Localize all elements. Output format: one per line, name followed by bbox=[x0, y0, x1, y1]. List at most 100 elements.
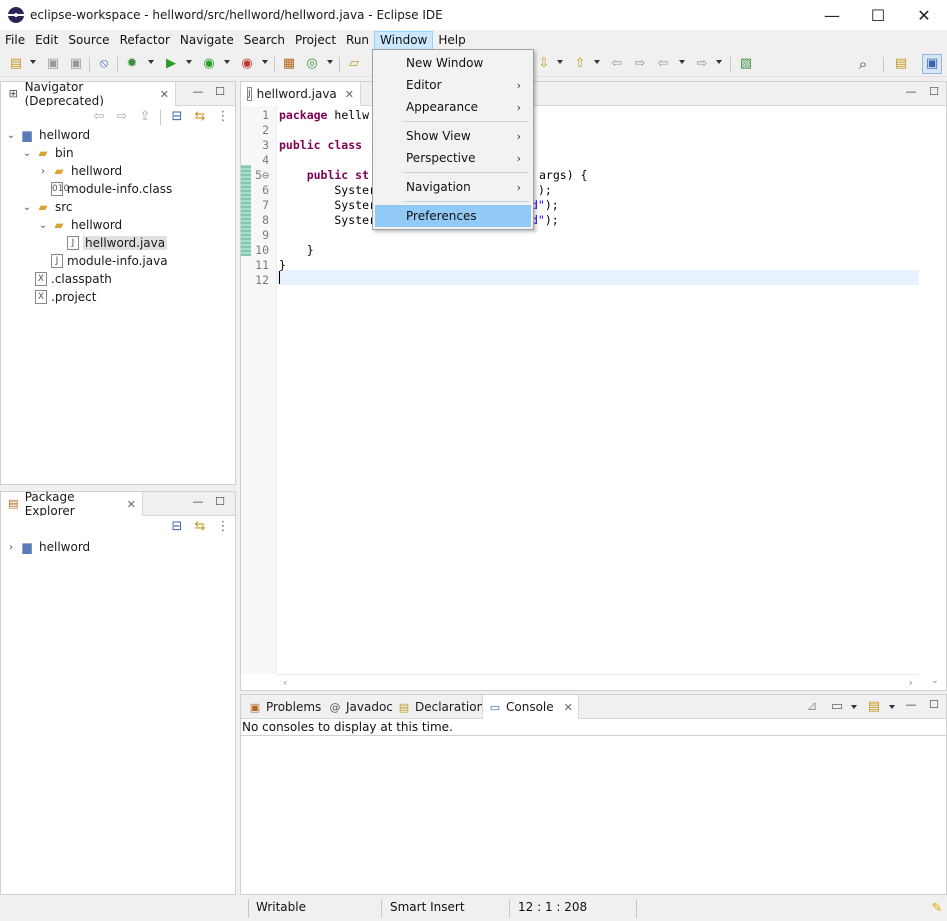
expand-icon[interactable]: › bbox=[5, 542, 17, 553]
tree-item-module-info-class[interactable]: 010 module-info.class bbox=[37, 180, 172, 198]
minimize-view-icon[interactable]: — bbox=[191, 495, 205, 508]
new-java-package-icon[interactable]: ▦ bbox=[281, 56, 297, 72]
collapse-all-icon[interactable]: ⊟ bbox=[169, 109, 185, 125]
open-console-dropdown-icon[interactable] bbox=[889, 705, 895, 709]
menu-item-preferences[interactable]: Preferences bbox=[375, 205, 531, 227]
maximize-button[interactable]: ☐ bbox=[855, 0, 901, 30]
new-java-class-icon[interactable]: ◎ bbox=[304, 56, 320, 72]
menu-refactor[interactable]: Refactor bbox=[115, 31, 175, 50]
next-annotation-dropdown-icon[interactable] bbox=[557, 60, 563, 64]
menu-item-perspective[interactable]: Perspective › bbox=[375, 147, 531, 169]
search-icon[interactable]: ⌕ bbox=[855, 56, 871, 72]
menu-project[interactable]: Project bbox=[290, 31, 341, 50]
tree-item-src[interactable]: ⌄ ▰ src bbox=[21, 198, 73, 216]
external-tools-dropdown-icon[interactable] bbox=[262, 60, 268, 64]
display-console-dropdown-icon[interactable] bbox=[851, 705, 857, 709]
debug-icon[interactable]: ✹ bbox=[124, 56, 140, 72]
maximize-view-icon[interactable]: ☐ bbox=[927, 698, 941, 711]
scroll-left-icon[interactable]: ‹ bbox=[283, 676, 287, 689]
close-icon[interactable]: ✕ bbox=[160, 88, 169, 101]
close-icon[interactable]: ✕ bbox=[345, 88, 354, 101]
close-icon[interactable]: ✕ bbox=[564, 701, 573, 714]
menu-item-show-view[interactable]: Show View › bbox=[375, 125, 531, 147]
coverage-dropdown-icon[interactable] bbox=[224, 60, 230, 64]
open-console-icon[interactable]: ▤ bbox=[866, 699, 882, 715]
tree-item-module-info-java[interactable]: J module-info.java bbox=[37, 252, 168, 270]
menu-item-new-window[interactable]: New Window bbox=[375, 52, 531, 74]
maximize-view-icon[interactable]: ☐ bbox=[213, 85, 227, 98]
menu-file[interactable]: File bbox=[0, 31, 30, 50]
tab-problems[interactable]: ▣ Problems bbox=[243, 695, 326, 719]
expand-icon[interactable]: › bbox=[37, 166, 49, 177]
minimize-button[interactable]: — bbox=[809, 0, 855, 30]
tab-hellword-java[interactable]: J hellword.java ✕ bbox=[241, 82, 361, 106]
external-tools-icon[interactable]: ◉ bbox=[239, 56, 255, 72]
display-console-icon[interactable]: ▭ bbox=[829, 699, 845, 715]
expand-icon[interactable]: ⌄ bbox=[21, 148, 33, 159]
minimize-view-icon[interactable]: — bbox=[191, 85, 205, 98]
pin-console-icon[interactable]: ⊿ bbox=[804, 699, 820, 715]
tree-item-src-hellword[interactable]: ⌄ ▰ hellword bbox=[37, 216, 122, 234]
back-dropdown-icon[interactable] bbox=[679, 60, 685, 64]
close-icon[interactable]: ✕ bbox=[127, 498, 136, 511]
last-edit-location-icon[interactable]: ⇦ bbox=[609, 56, 625, 72]
back-icon[interactable]: ⇦ bbox=[655, 56, 671, 72]
menu-navigate[interactable]: Navigate bbox=[175, 31, 239, 50]
tab-package-explorer[interactable]: ▤ Package Explorer ✕ bbox=[1, 490, 143, 518]
open-perspective-icon[interactable]: ▤ bbox=[893, 56, 909, 72]
menu-search[interactable]: Search bbox=[239, 31, 290, 50]
forward-edit-location-icon[interactable]: ⇨ bbox=[632, 56, 648, 72]
expand-icon[interactable]: ⌄ bbox=[21, 202, 33, 213]
view-menu-icon[interactable]: ⋮ bbox=[215, 109, 231, 125]
java-perspective-icon[interactable]: ▣ bbox=[922, 54, 942, 74]
debug-dropdown-icon[interactable] bbox=[148, 60, 154, 64]
open-type-icon[interactable]: ▱ bbox=[346, 56, 362, 72]
previous-annotation-dropdown-icon[interactable] bbox=[594, 60, 600, 64]
view-menu-icon[interactable]: ⋮ bbox=[215, 519, 231, 535]
scroll-right-icon[interactable]: › bbox=[909, 676, 913, 689]
tree-item-project-file[interactable]: X .project bbox=[21, 288, 96, 306]
tree-item-project[interactable]: › ▆ hellword bbox=[5, 538, 90, 556]
new-java-class-dropdown-icon[interactable] bbox=[327, 60, 333, 64]
save-icon[interactable]: ▣ bbox=[45, 56, 61, 72]
menu-item-navigation[interactable]: Navigation › bbox=[375, 176, 531, 198]
scroll-down-icon[interactable]: ⌄ bbox=[931, 675, 939, 686]
pin-editor-icon[interactable]: ▧ bbox=[738, 56, 754, 72]
forward-icon[interactable]: ⇨ bbox=[694, 56, 710, 72]
expand-icon[interactable]: ⌄ bbox=[37, 220, 49, 231]
menu-item-appearance[interactable]: Appearance › bbox=[375, 96, 531, 118]
previous-annotation-icon[interactable]: ⇧ bbox=[572, 56, 588, 72]
maximize-view-icon[interactable]: ☐ bbox=[213, 495, 227, 508]
tab-navigator[interactable]: ⊞ Navigator (Deprecated) ✕ bbox=[1, 80, 176, 108]
new-dropdown-icon[interactable] bbox=[30, 60, 36, 64]
tab-console[interactable]: ▭ Console ✕ bbox=[482, 695, 579, 719]
coverage-icon[interactable]: ◉ bbox=[201, 56, 217, 72]
tab-javadoc[interactable]: @ Javadoc bbox=[323, 695, 398, 719]
menu-item-editor[interactable]: Editor › bbox=[375, 74, 531, 96]
expand-icon[interactable]: ⌄ bbox=[5, 130, 17, 141]
up-icon[interactable]: ⇪ bbox=[137, 109, 153, 125]
horizontal-scrollbar[interactable]: ‹ › bbox=[277, 674, 919, 690]
skip-breakpoints-icon[interactable]: ⦸ bbox=[96, 56, 112, 72]
next-annotation-icon[interactable]: ⇩ bbox=[536, 56, 552, 72]
tree-item-bin[interactable]: ⌄ ▰ bin bbox=[21, 144, 74, 162]
run-dropdown-icon[interactable] bbox=[186, 60, 192, 64]
maximize-view-icon[interactable]: ☐ bbox=[927, 85, 941, 98]
close-button[interactable]: ✕ bbox=[901, 0, 947, 30]
menu-window[interactable]: Window bbox=[374, 30, 434, 50]
tree-item-hellword-java[interactable]: J hellword.java bbox=[53, 234, 168, 252]
menu-source[interactable]: Source bbox=[63, 31, 114, 50]
tree-item-project[interactable]: ⌄ ▆ hellword bbox=[5, 126, 90, 144]
link-with-editor-icon[interactable]: ⇆ bbox=[192, 109, 208, 125]
menu-help[interactable]: Help bbox=[433, 31, 470, 50]
tab-declaration[interactable]: ▤ Declaration bbox=[392, 695, 489, 719]
run-icon[interactable]: ▶ bbox=[163, 56, 179, 72]
link-with-editor-icon[interactable]: ⇆ bbox=[192, 519, 208, 535]
collapse-all-icon[interactable]: ⊟ bbox=[169, 519, 185, 535]
new-icon[interactable]: ▤ bbox=[8, 56, 24, 72]
vertical-scrollbar[interactable]: ⌄ bbox=[919, 106, 946, 686]
tree-item-classpath[interactable]: X .classpath bbox=[21, 270, 112, 288]
minimize-view-icon[interactable]: — bbox=[904, 698, 918, 711]
tree-item-bin-hellword[interactable]: › ▰ hellword bbox=[37, 162, 122, 180]
lightbulb-icon[interactable]: ✎ bbox=[929, 901, 945, 917]
